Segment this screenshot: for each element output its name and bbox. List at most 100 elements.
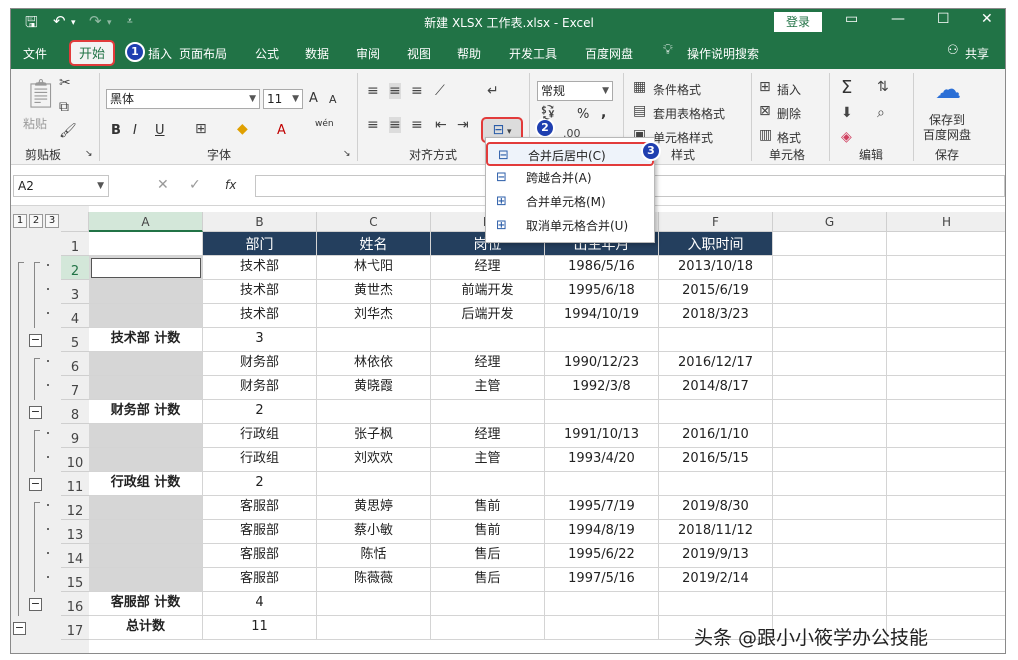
close-icon[interactable]: ✕: [981, 11, 993, 27]
menu-item-merge-across[interactable]: ⊟ 跨越合并(A): [486, 166, 654, 190]
format-as-table-button[interactable]: 套用表格格式: [653, 105, 725, 122]
cell-g14[interactable]: [773, 544, 887, 568]
cell-e14[interactable]: 1995/6/22: [545, 544, 659, 568]
font-grow-icon[interactable]: A: [309, 91, 318, 106]
collapse-group-icon[interactable]: −: [13, 622, 26, 635]
cell-c6[interactable]: 林依依: [317, 352, 431, 376]
cell-c15[interactable]: 陈薇薇: [317, 568, 431, 592]
menu-item-merge-cells[interactable]: ⊞ 合并单元格(M): [486, 190, 654, 214]
cell-d16[interactable]: [431, 592, 545, 616]
align-top-icon[interactable]: ≡: [367, 83, 379, 99]
align-left-icon[interactable]: ≡: [367, 117, 379, 133]
name-box[interactable]: A2 ▼: [13, 175, 109, 197]
align-middle-icon[interactable]: ≡: [389, 83, 401, 99]
cell-c5[interactable]: [317, 328, 431, 352]
cell-a9[interactable]: [89, 424, 203, 448]
row-header[interactable]: 2: [61, 256, 89, 280]
cell-b3[interactable]: 技术部: [203, 280, 317, 304]
paste-icon[interactable]: 📋︎: [23, 77, 59, 110]
cell-d5[interactable]: [431, 328, 545, 352]
tab-help[interactable]: 帮助: [457, 45, 481, 62]
wrap-text-icon[interactable]: ↵: [487, 83, 499, 99]
cell-a16[interactable]: 客服部 计数: [89, 592, 203, 616]
cell-h14[interactable]: [887, 544, 1005, 568]
cell-d4[interactable]: 后端开发: [431, 304, 545, 328]
percent-style-button[interactable]: %: [577, 107, 589, 122]
row-header[interactable]: 1: [61, 232, 89, 256]
cell-b5[interactable]: 3: [203, 328, 317, 352]
cell-f14[interactable]: 2019/9/13: [659, 544, 773, 568]
row-header[interactable]: 8: [61, 400, 89, 424]
tab-page-layout[interactable]: 页面布局: [179, 45, 227, 62]
cell-h9[interactable]: [887, 424, 1005, 448]
format-painter-icon[interactable]: 🖌︎: [59, 123, 77, 139]
row-header[interactable]: 11: [61, 472, 89, 496]
menu-item-unmerge-cells[interactable]: ⊞ 取消单元格合并(U): [486, 214, 654, 238]
row-header[interactable]: 12: [61, 496, 89, 520]
cut-icon[interactable]: ✂: [59, 75, 71, 91]
cell-e2[interactable]: 1986/5/16: [545, 256, 659, 280]
autosum-icon[interactable]: Σ: [841, 77, 852, 98]
cell-e15[interactable]: 1997/5/16: [545, 568, 659, 592]
cell-e7[interactable]: 1992/3/8: [545, 376, 659, 400]
insert-function-icon[interactable]: fx: [225, 178, 236, 192]
cell-h7[interactable]: [887, 376, 1005, 400]
cell-e17[interactable]: [545, 616, 659, 640]
cell-b10[interactable]: 行政组: [203, 448, 317, 472]
cell-c4[interactable]: 刘华杰: [317, 304, 431, 328]
cell-d14[interactable]: 售后: [431, 544, 545, 568]
cell-g8[interactable]: [773, 400, 887, 424]
cell-c13[interactable]: 蔡小敏: [317, 520, 431, 544]
cell-g1[interactable]: [773, 232, 887, 256]
cell-d13[interactable]: 售前: [431, 520, 545, 544]
cell-a15[interactable]: [89, 568, 203, 592]
cell-f16[interactable]: [659, 592, 773, 616]
cell-a17[interactable]: 总计数: [89, 616, 203, 640]
copy-icon[interactable]: ⧉: [59, 99, 69, 115]
column-header-h[interactable]: H: [887, 212, 1005, 232]
cell-g10[interactable]: [773, 448, 887, 472]
cell-b1[interactable]: 部门: [203, 232, 317, 256]
row-header[interactable]: 13: [61, 520, 89, 544]
border-icon[interactable]: ⊞: [195, 121, 207, 137]
cell-f10[interactable]: 2016/5/15: [659, 448, 773, 472]
collapse-group-icon[interactable]: −: [29, 478, 42, 491]
row-header[interactable]: 10: [61, 448, 89, 472]
cell-h1[interactable]: [887, 232, 1005, 256]
cell-d17[interactable]: [431, 616, 545, 640]
cell-e10[interactable]: 1993/4/20: [545, 448, 659, 472]
cell-b16[interactable]: 4: [203, 592, 317, 616]
cell-e8[interactable]: [545, 400, 659, 424]
tab-formulas[interactable]: 公式: [255, 45, 279, 62]
cell-b14[interactable]: 客服部: [203, 544, 317, 568]
font-shrink-icon[interactable]: A: [329, 93, 337, 106]
cell-c14[interactable]: 陈恬: [317, 544, 431, 568]
cell-a7[interactable]: [89, 376, 203, 400]
enter-icon[interactable]: ✓: [189, 177, 201, 193]
menu-item-merge-center[interactable]: ⊟ 合并后居中(C): [486, 142, 654, 166]
cell-b8[interactable]: 2: [203, 400, 317, 424]
outline-level-2[interactable]: 2: [29, 214, 43, 228]
row-header[interactable]: 16: [61, 592, 89, 616]
cell-styles-button[interactable]: 单元格样式: [653, 129, 713, 146]
cell-c1[interactable]: 姓名: [317, 232, 431, 256]
delete-cells-button[interactable]: 删除: [777, 105, 801, 122]
cell-d2[interactable]: 经理: [431, 256, 545, 280]
conditional-format-button[interactable]: 条件格式: [653, 81, 701, 98]
collapse-group-icon[interactable]: −: [29, 334, 42, 347]
cell-a14[interactable]: [89, 544, 203, 568]
cell-d11[interactable]: [431, 472, 545, 496]
cell-d9[interactable]: 经理: [431, 424, 545, 448]
row-header[interactable]: 5: [61, 328, 89, 352]
cell-b9[interactable]: 行政组: [203, 424, 317, 448]
cell-b7[interactable]: 财务部: [203, 376, 317, 400]
cell-e6[interactable]: 1990/12/23: [545, 352, 659, 376]
fill-color-icon[interactable]: ◆: [237, 121, 248, 137]
find-select-icon[interactable]: ⌕: [877, 105, 885, 121]
collapse-group-icon[interactable]: −: [29, 598, 42, 611]
cell-e5[interactable]: [545, 328, 659, 352]
cell-e16[interactable]: [545, 592, 659, 616]
cell-h3[interactable]: [887, 280, 1005, 304]
cell-b11[interactable]: 2: [203, 472, 317, 496]
cell-g9[interactable]: [773, 424, 887, 448]
